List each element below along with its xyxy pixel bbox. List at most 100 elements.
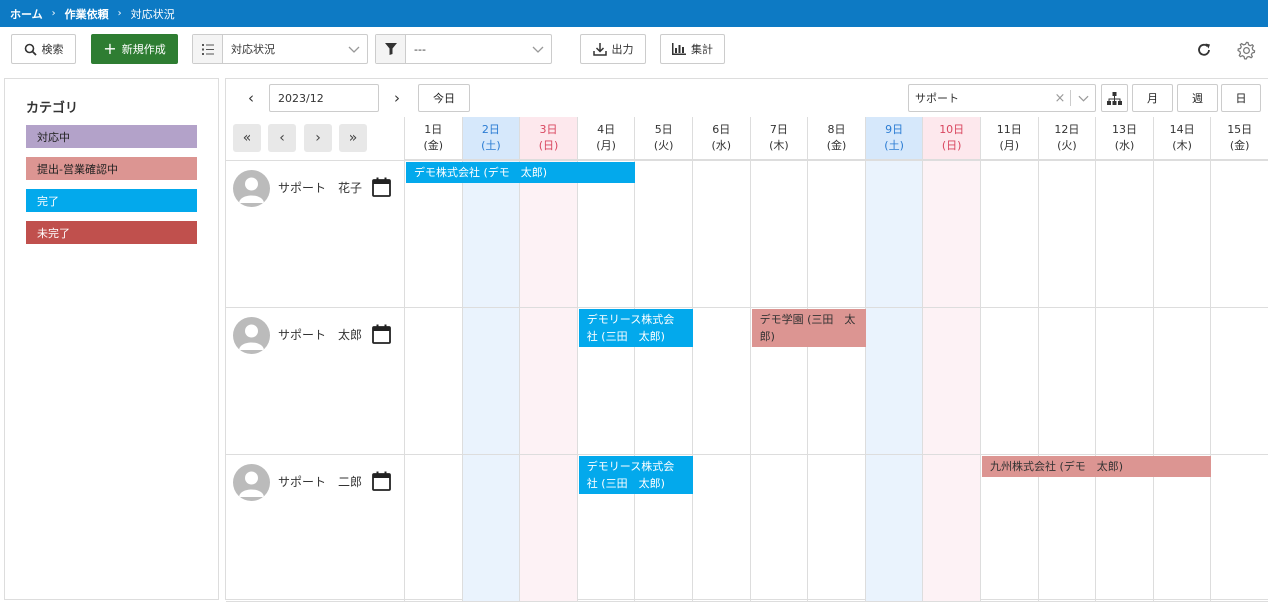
day-weekday: (土) <box>884 139 904 152</box>
first-page-icon[interactable]: « <box>233 124 261 152</box>
day-number: 4日 <box>597 123 616 136</box>
day-column: 8日 (金) <box>807 117 865 601</box>
new-button-label: 新規作成 <box>121 43 166 56</box>
event-bar[interactable]: デモ学園 (三田 太郎) <box>751 309 866 347</box>
breadcrumb-work-requests[interactable]: 作業依頼 <box>65 6 109 22</box>
refresh-icon[interactable] <box>1194 40 1214 60</box>
calendar-icon[interactable] <box>372 324 391 347</box>
aggregate-button[interactable]: 集計 <box>660 34 725 64</box>
aggregate-button-label: 集計 <box>691 43 713 56</box>
day-header: 8日 (金) <box>808 117 865 160</box>
filter-icon <box>376 35 406 63</box>
day-column: 12日 (火) <box>1037 117 1096 601</box>
category-done: 完了 <box>26 189 197 212</box>
day-number: 11日 <box>996 123 1022 136</box>
day-column: 13日 (水) <box>1095 117 1153 601</box>
view-day-button[interactable]: 日 <box>1221 84 1261 112</box>
prev-month-icon[interactable]: ‹ <box>241 88 261 108</box>
day-weekday: (日) <box>941 139 962 152</box>
avatar <box>233 317 270 354</box>
day-number: 14日 <box>1169 123 1195 136</box>
search-button[interactable]: 検索 <box>11 34 76 64</box>
prev-page-icon[interactable]: ‹ <box>268 124 296 152</box>
calendar: ‹ 2023/12 › 今日 サポート × 月 週 日 « ‹ › » 1日 (金… <box>225 78 1268 602</box>
user-filter-select[interactable]: サポート × <box>908 84 1096 112</box>
category-title: カテゴリ <box>26 101 79 116</box>
clear-icon[interactable]: × <box>1050 91 1070 106</box>
download-icon <box>592 42 607 56</box>
day-weekday: (木) <box>1172 139 1192 152</box>
category-submitted: 提出-営業確認中 <box>26 157 197 180</box>
last-page-icon[interactable]: » <box>339 124 367 152</box>
user-row: サポート 二郎 <box>226 455 404 602</box>
next-page-icon[interactable]: › <box>304 124 332 152</box>
day-number: 9日 <box>885 123 904 136</box>
view-select[interactable]: 対応状況 <box>192 34 368 64</box>
day-header: 5日 (火) <box>635 117 692 160</box>
category-in-progress: 対応中 <box>26 125 197 148</box>
org-chart-icon <box>1107 91 1122 105</box>
user-name[interactable]: サポート 二郎 <box>278 473 362 490</box>
breadcrumb-home[interactable]: ホーム <box>10 6 43 22</box>
view-month-button[interactable]: 月 <box>1132 84 1173 112</box>
day-weekday: (金) <box>1229 139 1250 152</box>
event-bar[interactable]: デモリース株式会社 (三田 太郎) <box>578 309 693 347</box>
day-weekday: (火) <box>653 139 674 152</box>
day-weekday: (水) <box>1114 139 1135 152</box>
day-weekday: (土) <box>481 139 501 152</box>
view-select-value: 対応状況 <box>231 43 275 56</box>
day-column: 1日 (金) <box>404 117 462 601</box>
day-number: 1日 <box>424 123 443 136</box>
day-weekday: (月) <box>999 139 1020 152</box>
event-bar[interactable]: デモ株式会社 (デモ 太郎) <box>406 162 636 183</box>
user-name[interactable]: サポート 太郎 <box>278 326 362 343</box>
user-filter-value: サポート <box>915 92 959 105</box>
day-column: 9日 (土) <box>864 117 923 601</box>
new-button[interactable]: + 新規作成 <box>91 34 178 64</box>
day-weekday: (水) <box>711 139 732 152</box>
day-column: 5日 (火) <box>634 117 692 601</box>
user-name[interactable]: サポート 花子 <box>278 179 362 196</box>
bar-chart-icon <box>672 43 686 55</box>
day-number: 3日 <box>539 123 558 136</box>
day-header: 2日 (土) <box>462 117 520 160</box>
day-header: 4日 (月) <box>577 117 635 160</box>
day-header: 7日 (木) <box>750 117 808 160</box>
day-column: 11日 (月) <box>980 117 1038 601</box>
event-bar[interactable]: 九州株式会社 (デモ 太郎) <box>982 456 1212 477</box>
view-week-button[interactable]: 週 <box>1177 84 1218 112</box>
calendar-icon[interactable] <box>372 471 391 494</box>
search-icon <box>24 43 37 56</box>
chevron-right-icon: › <box>117 8 122 19</box>
chevron-down-icon <box>341 46 367 53</box>
day-header: 11日 (月) <box>981 117 1038 160</box>
day-number: 6日 <box>712 123 731 136</box>
next-month-icon[interactable]: › <box>387 88 407 108</box>
day-column: 6日 (水) <box>692 117 750 601</box>
calendar-icon[interactable] <box>372 177 391 200</box>
gear-icon[interactable] <box>1235 39 1257 61</box>
day-header: 13日 (水) <box>1096 117 1153 160</box>
day-weekday: (金) <box>826 139 847 152</box>
day-header: 6日 (水) <box>693 117 750 160</box>
day-header: 1日 (金) <box>405 117 462 160</box>
day-number: 8日 <box>827 123 846 136</box>
day-number: 2日 <box>481 123 500 136</box>
org-chart-button[interactable] <box>1101 84 1128 112</box>
chevron-right-icon: › <box>51 8 56 19</box>
day-header: 3日 (日) <box>520 117 577 160</box>
chevron-down-icon[interactable] <box>1071 95 1095 102</box>
export-button[interactable]: 出力 <box>580 34 646 64</box>
day-header: 12日 (火) <box>1038 117 1096 160</box>
filter-select[interactable]: --- <box>375 34 552 64</box>
event-bar[interactable]: デモリース株式会社 (三田 太郎) <box>578 456 693 494</box>
breadcrumb-current: 対応状況 <box>130 7 175 21</box>
user-row: サポート 花子 <box>226 161 404 308</box>
day-number: 10日 <box>939 123 965 136</box>
filter-select-value: --- <box>414 42 426 56</box>
day-column: 14日 (木) <box>1152 117 1211 601</box>
avatar <box>233 170 270 207</box>
today-button[interactable]: 今日 <box>418 84 470 112</box>
day-weekday: (日) <box>538 139 559 152</box>
month-input[interactable]: 2023/12 <box>269 84 379 112</box>
